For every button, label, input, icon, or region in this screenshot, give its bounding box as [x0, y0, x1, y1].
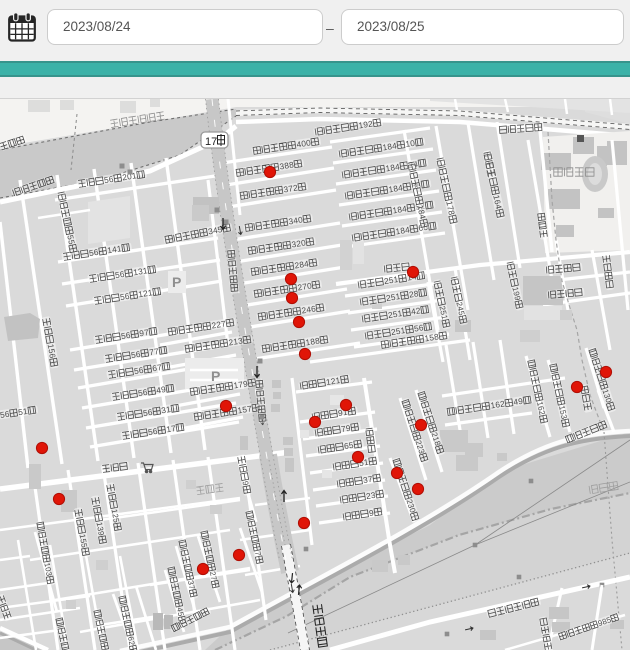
- svg-text:P: P: [211, 368, 220, 384]
- svg-text:P: P: [172, 274, 181, 290]
- svg-text:17: 17: [205, 136, 217, 148]
